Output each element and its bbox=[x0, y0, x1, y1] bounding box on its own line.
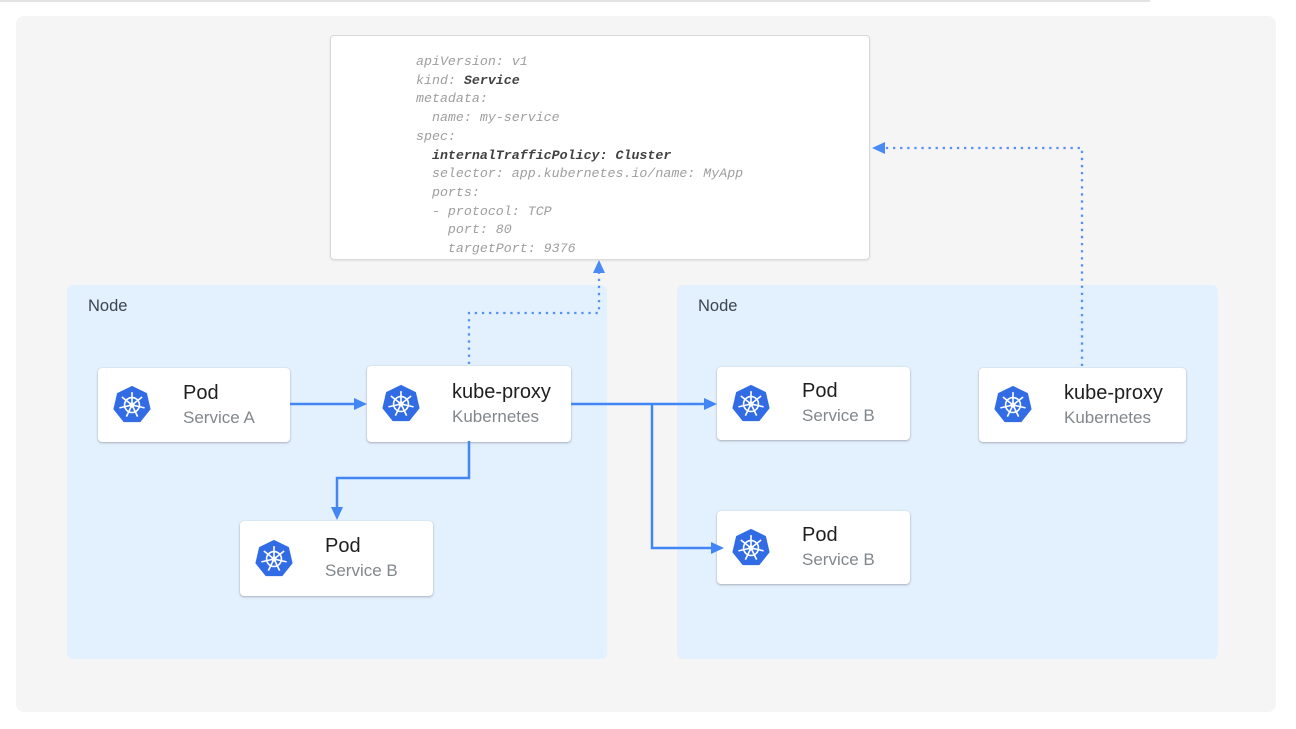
card-subtitle: Kubernetes bbox=[1064, 406, 1163, 430]
kubernetes-icon bbox=[380, 383, 422, 425]
card-subtitle: Kubernetes bbox=[452, 405, 551, 429]
yaml-config-box: apiVersion: v1kind: Servicemetadata: nam… bbox=[330, 35, 870, 260]
kubernetes-icon bbox=[992, 384, 1034, 426]
kubernetes-icon bbox=[730, 527, 772, 569]
card-subtitle: Service A bbox=[183, 406, 255, 430]
card-subtitle: Service B bbox=[802, 548, 875, 572]
node-box-right: Node bbox=[677, 285, 1218, 659]
node-label: Node bbox=[88, 297, 127, 316]
kube-proxy-right-card: kube-proxy Kubernetes bbox=[979, 368, 1186, 442]
card-title: kube-proxy bbox=[1064, 381, 1163, 406]
kube-proxy-left-card: kube-proxy Kubernetes bbox=[367, 366, 571, 442]
card-title: Pod bbox=[802, 379, 875, 404]
top-divider bbox=[0, 0, 1150, 2]
pod-service-b-right-bottom-card: Pod Service B bbox=[717, 511, 910, 584]
pod-service-b-right-top-card: Pod Service B bbox=[717, 367, 910, 440]
card-title: kube-proxy bbox=[452, 380, 551, 405]
pod-service-b-left-card: Pod Service B bbox=[240, 521, 433, 596]
kubernetes-icon bbox=[111, 384, 153, 426]
pod-service-a-card: Pod Service A bbox=[98, 368, 290, 442]
kubernetes-icon bbox=[730, 383, 772, 425]
kubernetes-traffic-diagram: Node Node apiVersion: v1kind: Servicemet… bbox=[0, 0, 1296, 729]
kubernetes-icon bbox=[253, 538, 295, 580]
node-label: Node bbox=[698, 297, 737, 316]
node-box-left: Node bbox=[67, 285, 607, 659]
yaml-code: apiVersion: v1kind: Servicemetadata: nam… bbox=[331, 36, 869, 259]
card-title: Pod bbox=[802, 523, 875, 548]
card-title: Pod bbox=[183, 381, 255, 406]
card-subtitle: Service B bbox=[802, 404, 875, 428]
card-subtitle: Service B bbox=[325, 559, 398, 583]
card-title: Pod bbox=[325, 534, 398, 559]
